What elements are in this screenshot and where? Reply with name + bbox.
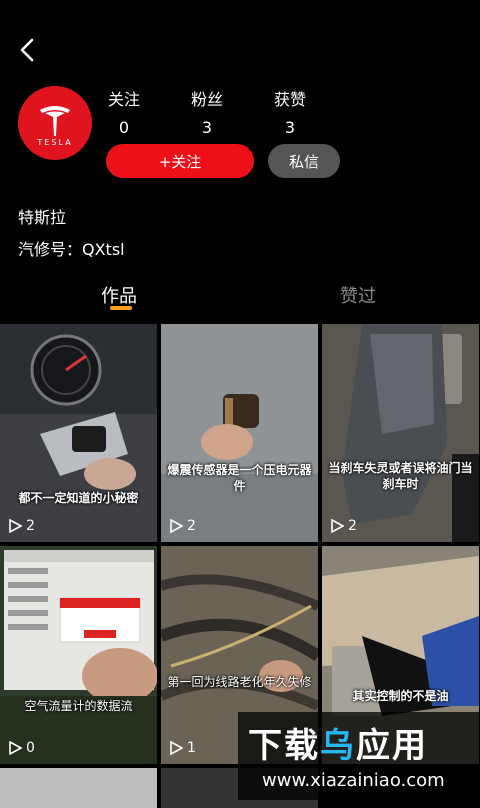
stat-value: 3 [201,118,213,137]
stat-likes[interactable]: 获赞 3 [260,86,320,137]
car-dashboard-thumbnail [0,324,157,542]
stat-label: 关注 [107,90,140,109]
watermark-title-part: 下载 [248,726,320,766]
watermark-title-part: 应用 [356,726,428,766]
tab-works[interactable]: 作品 [101,282,137,308]
video-caption: 第一回为线路老化年久失修 [167,675,312,689]
video-caption: 爆震传感器是一个压电元器件 [167,463,312,493]
likes-count: 0 [26,740,35,756]
play-icon [170,741,183,755]
video-likes: 1 [169,740,196,756]
avatar[interactable]: TESLA [18,86,92,160]
pedal-shoe-thumbnail [322,324,479,542]
video-likes: 2 [8,518,35,534]
video-tile[interactable]: 空气流量计的数据流 0 [0,546,157,764]
stat-value: 3 [284,118,296,137]
stat-label: 获赞 [273,90,306,109]
play-icon [331,519,344,533]
diagnostic-screen-thumbnail [0,546,157,764]
watermark-title: 下载乌应用 [248,718,428,767]
video-caption: 当刹车失灵或者误将油门当刹车时 [328,461,473,491]
tesla-logo-icon [40,106,70,136]
play-icon [9,519,22,533]
play-icon [170,519,183,533]
sensor-thumbnail [161,324,318,542]
site-watermark: 下载乌应用 www.xiazainiao.com [238,712,480,800]
stat-followers[interactable]: 粉丝 3 [177,86,237,137]
back-arrow-icon[interactable] [14,36,42,64]
stat-label: 粉丝 [190,90,223,109]
likes-count: 2 [348,518,357,534]
video-caption: 其实控制的不是油 [352,689,449,703]
video-tile[interactable]: 爆震传感器是一个压电元器件 2 [161,324,318,542]
video-likes: 2 [169,518,196,534]
profile-name: 特斯拉 [18,208,67,227]
watermark-url: www.xiazainiao.com [262,770,445,791]
likes-count: 1 [187,740,196,756]
video-caption: 都不一定知道的小秘密 [18,491,139,505]
video-tile[interactable]: 当刹车失灵或者误将油门当刹车时 2 [322,324,479,542]
video-caption: 空气流量计的数据流 [24,699,133,713]
tab-liked[interactable]: 赞过 [340,282,376,308]
follow-button[interactable]: +关注 [106,144,254,178]
video-tile[interactable] [0,768,157,808]
video-tile[interactable]: 都不一定知道的小秘密 2 [0,324,157,542]
video-likes: 0 [8,740,35,756]
stat-following[interactable]: 关注 0 [94,86,154,137]
active-tab-indicator [110,306,132,310]
profile-id: 汽修号：QXtsl [18,240,125,259]
watermark-title-highlight: 乌 [320,726,356,766]
logo-text: TESLA [37,138,73,147]
likes-count: 2 [26,518,35,534]
video-likes: 2 [330,518,357,534]
message-button[interactable]: 私信 [268,144,340,178]
stat-value: 0 [118,118,130,137]
likes-count: 2 [187,518,196,534]
play-icon [9,741,22,755]
